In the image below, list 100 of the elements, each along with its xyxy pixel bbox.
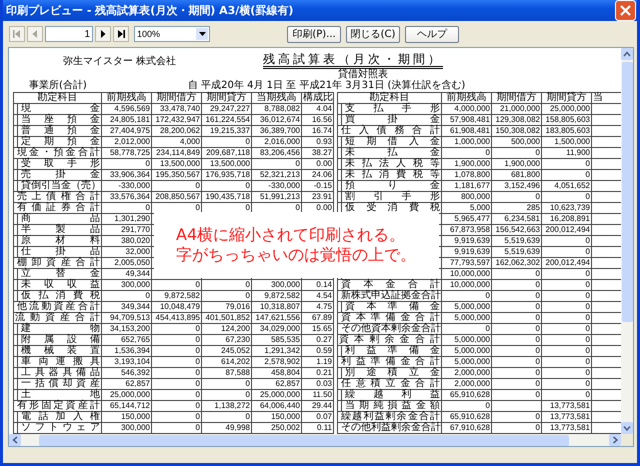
column-header: 期間借方 — [152, 92, 202, 104]
amount: 129,308,082 — [496, 115, 540, 124]
amount: 209,687,118 — [206, 148, 250, 157]
amount: 65,910,628 — [450, 390, 490, 399]
amount: 49,998 — [226, 423, 250, 432]
close-icon[interactable] — [615, 0, 636, 21]
amount: 5,519,639 — [504, 236, 540, 245]
amount: 0 — [196, 280, 200, 289]
account-name: ソフトウェア — [21, 423, 100, 433]
amount: 0.59 — [316, 346, 332, 355]
scroll-up-icon[interactable] — [621, 48, 633, 60]
amount: 34,153,200 — [110, 324, 150, 333]
amount: 150,308,082 — [496, 126, 540, 135]
amount: 36,012,674 — [260, 115, 300, 124]
account-name: 棚卸資産合計 — [17, 258, 100, 268]
scroll-down-icon[interactable] — [621, 422, 633, 434]
amount: 1,900,000 — [454, 159, 490, 168]
page-number-field[interactable]: 1 — [45, 26, 93, 42]
amount: 9,872,582 — [164, 291, 200, 300]
account-name: 未払法人税等 — [345, 159, 440, 169]
amount: 16.56 — [312, 115, 332, 124]
amount: 10,000,000 — [450, 269, 490, 278]
amount: 2,000,000 — [454, 379, 490, 388]
window-title: 印刷プレビュー - 残高試算表(月次・期間) A3/横(罫線有) — [6, 3, 294, 18]
account-name: 現金・預金合計 — [17, 148, 100, 158]
amount: 0 — [536, 379, 540, 388]
amount: 0 — [486, 324, 490, 333]
amount: 0 — [196, 357, 200, 366]
account-name: 預り金 — [345, 181, 440, 191]
next-page-button[interactable] — [95, 26, 111, 42]
toolbar-button[interactable]: 閉じる(C) — [346, 26, 400, 42]
note-text: A4横に縮小されて印刷される。 — [176, 225, 406, 245]
amount: 29.44 — [312, 401, 332, 410]
amount: 0 — [246, 412, 250, 421]
amount: 0 — [536, 346, 540, 355]
account-name: 資本準備金 — [345, 302, 440, 312]
column-header: 期間借方 — [492, 92, 542, 104]
amount: 0 — [196, 203, 200, 212]
amount: 0.21 — [316, 368, 332, 377]
amount: 27,404,975 — [110, 126, 150, 135]
amount: 0 — [536, 357, 540, 366]
amount: 0 — [586, 368, 590, 377]
amount: 454,413,895 — [156, 313, 200, 322]
amount: 52,321,213 — [260, 170, 300, 179]
amount: 0.07 — [316, 412, 332, 421]
amount: 13,500,000 — [210, 159, 250, 168]
column-header: 前期残高 — [442, 92, 492, 104]
amount: 150,000 — [271, 412, 300, 421]
amount: 8,788,082 — [264, 104, 300, 113]
amount: 0 — [146, 159, 150, 168]
amount: 25,000,000 — [260, 390, 300, 399]
amount: 1,900,000 — [504, 159, 540, 168]
amount: 1,301,290 — [114, 214, 150, 223]
amount: 0 — [536, 302, 540, 311]
amount: 28,200,062 — [160, 126, 200, 135]
amount: 0 — [586, 170, 590, 179]
toolbar-button[interactable]: ヘルプ — [405, 26, 459, 42]
amount: 33,478,740 — [160, 104, 200, 113]
amount: 10,318,807 — [260, 302, 300, 311]
account-name: 貸倒引当金（売） — [21, 181, 100, 191]
amount: 0 — [296, 203, 300, 212]
period-label: 自 平成20年 4月 1日 至 平成21年 3月31日 (決算仕訳を含む) — [188, 80, 466, 91]
amount: 15.65 — [312, 324, 332, 333]
amount: 0 — [536, 192, 540, 201]
account-name: 売上債権合計 — [17, 192, 100, 202]
account-name: 流動資産合計 — [15, 313, 100, 323]
amount: 13,773,581 — [550, 412, 590, 421]
scroll-left-icon[interactable] — [9, 434, 21, 446]
amount: 161,224,554 — [206, 115, 250, 124]
account-name: 未収収益 — [21, 280, 100, 290]
amount: 65,144,712 — [110, 401, 150, 410]
amount: 0 — [196, 368, 200, 377]
amount: 67.89 — [312, 313, 332, 322]
amount: 0 — [586, 291, 590, 300]
amount: 58,778,725 — [110, 148, 150, 157]
last-page-button[interactable] — [113, 26, 129, 42]
amount: 3,193,104 — [114, 357, 150, 366]
amount: 176,935,718 — [206, 170, 250, 179]
column-header: 当期残高 — [252, 92, 302, 104]
amount: 83,206,456 — [260, 148, 300, 157]
amount: 0 — [246, 203, 250, 212]
amount: 2,578,902 — [264, 357, 300, 366]
amount: 9,872,582 — [264, 291, 300, 300]
amount: 200,012,494 — [546, 225, 590, 234]
zoom-dropdown[interactable]: 100% — [134, 26, 210, 42]
amount: 190,435,718 — [206, 192, 250, 201]
amount: 0 — [246, 379, 250, 388]
toolbar-button[interactable]: 印刷(P)... — [287, 26, 341, 42]
amount: 234,114,849 — [156, 148, 200, 157]
scroll-right-icon[interactable] — [609, 434, 621, 446]
account-name: 電話加入権 — [21, 412, 100, 422]
amount: 0 — [586, 302, 590, 311]
note-text: 字がちっちゃいのは覚悟の上で。 — [176, 245, 416, 265]
amount: 4,596,569 — [114, 104, 150, 113]
amount: 0 — [146, 291, 150, 300]
amount: 38.27 — [312, 148, 332, 157]
amount: -330,000 — [118, 181, 150, 190]
amount: 500,000 — [511, 137, 540, 146]
amount: 172,432,947 — [156, 115, 200, 124]
account-name: 商品 — [21, 214, 100, 224]
